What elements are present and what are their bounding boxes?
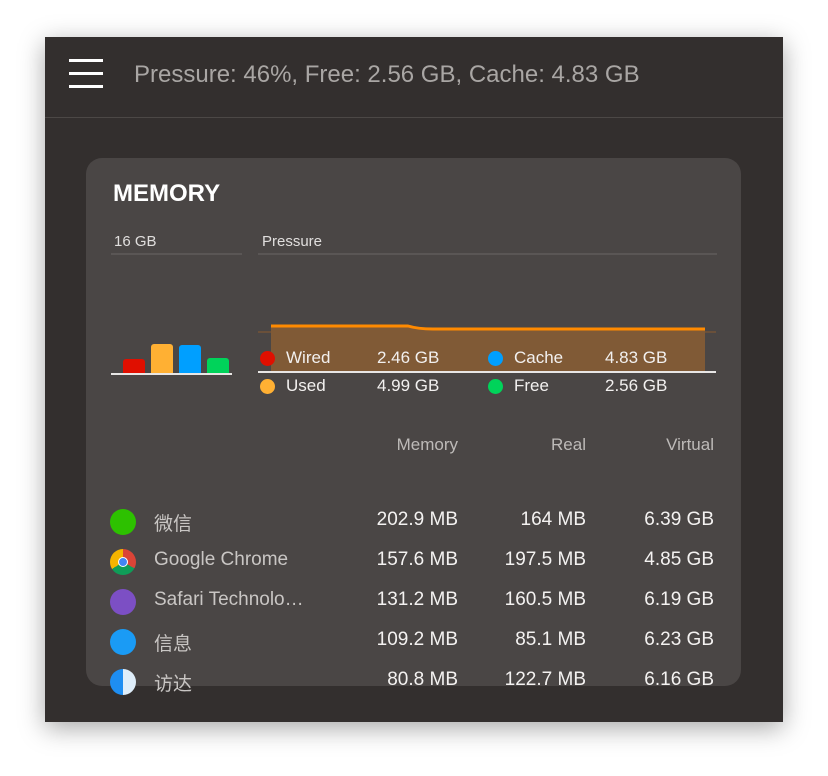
process-name: 访达 [154, 674, 193, 695]
total-memory-label: 16 GB [111, 233, 242, 255]
card-title: MEMORY [113, 180, 221, 207]
legend-label: Cache [514, 348, 564, 367]
process-memory: 109.2 MB [376, 629, 458, 650]
memory-window: Pressure: 46%, Free: 2.56 GB, Cache: 4.8… [45, 37, 783, 722]
legend-label: Wired [286, 348, 331, 367]
header: Pressure: 46%, Free: 2.56 GB, Cache: 4.8… [45, 37, 783, 118]
process-row[interactable]: 访达 80.8 MB 122.7 MB 6.16 GB [86, 661, 741, 701]
hamburger-icon[interactable] [69, 59, 103, 89]
bar-cache [179, 345, 201, 373]
process-real: 85.1 MB [515, 629, 586, 650]
wechat-icon [110, 509, 136, 535]
chrome-icon [110, 549, 136, 575]
process-real: 197.5 MB [504, 549, 586, 570]
process-memory: 80.8 MB [387, 669, 458, 690]
process-real: 122.7 MB [504, 669, 586, 690]
legend-value: 4.99 GB [377, 376, 440, 395]
process-memory: 202.9 MB [376, 509, 458, 530]
finder-icon [110, 669, 136, 695]
process-memory: 157.6 MB [376, 549, 458, 570]
legend-dot-icon [488, 351, 503, 366]
memory-card: MEMORY 16 GB Pressure Wired 2.46 GB Used 4.… [86, 158, 741, 695]
bar-wired [123, 358, 145, 373]
legend-value: 2.56 GB [605, 376, 668, 395]
process-row[interactable]: 信息 109.2 MB 85.1 MB 6.23 GB [86, 621, 741, 661]
process-row[interactable]: Google Chrome 157.6 MB 197.5 MB 4.85 GB [86, 541, 741, 581]
legend-dot-icon [260, 379, 275, 394]
process-virtual: 6.39 GB [644, 509, 714, 530]
legend-label: Free [514, 376, 549, 395]
process-row[interactable]: 微信 202.9 MB 164 MB 6.39 GB [86, 501, 741, 541]
bar-used [151, 344, 173, 373]
memory-bar-chart [111, 293, 232, 375]
process-name: Safari Technolo… [154, 589, 304, 610]
legend-dot-icon [488, 379, 503, 394]
pressure-label: Pressure [258, 233, 717, 255]
bar-free [207, 358, 229, 373]
process-real: 164 MB [520, 509, 586, 530]
legend-dot-icon [260, 351, 275, 366]
process-name: Google Chrome [154, 549, 289, 570]
safari-icon [110, 589, 136, 615]
legend-value: 4.83 GB [605, 348, 668, 367]
process-name: 微信 [154, 514, 193, 535]
legend-label: Used [286, 376, 326, 395]
process-name: 信息 [154, 634, 193, 655]
header-title: Pressure: 46%, Free: 2.56 GB, Cache: 4.8… [134, 61, 640, 88]
process-virtual: 6.16 GB [644, 669, 714, 690]
messages-icon [110, 629, 136, 655]
process-virtual: 4.85 GB [644, 549, 714, 570]
process-virtual: 6.23 GB [644, 629, 714, 650]
process-real: 160.5 MB [504, 589, 586, 610]
process-memory: 131.2 MB [376, 589, 458, 610]
process-row[interactable]: Safari Technolo… 131.2 MB 160.5 MB 6.19 GB [86, 581, 741, 621]
legend-value: 2.46 GB [377, 348, 440, 367]
process-virtual: 6.19 GB [644, 589, 714, 610]
column-header-memory[interactable]: Memory [338, 435, 458, 455]
column-header-real[interactable]: Real [466, 435, 586, 455]
column-header-virtual[interactable]: Virtual [594, 435, 714, 455]
